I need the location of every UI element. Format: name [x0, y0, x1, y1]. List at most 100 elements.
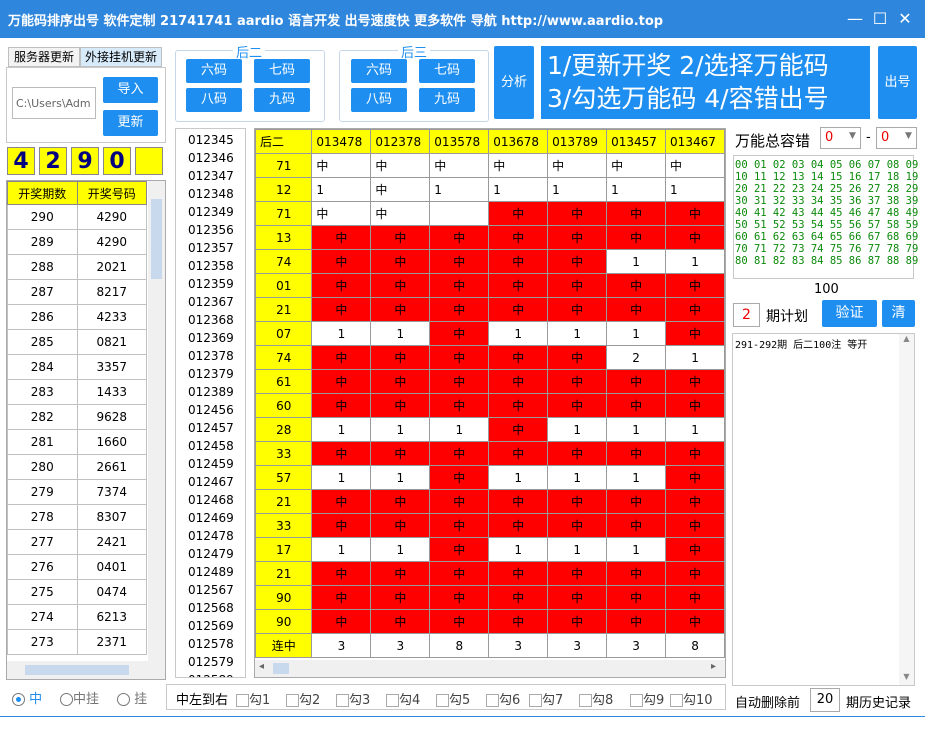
check-4[interactable]: 勾4 — [386, 689, 420, 708]
history-header-period[interactable]: 开奖期数 — [7, 181, 78, 205]
history-hscroll-thumb[interactable] — [25, 665, 129, 675]
checkbox-icon[interactable] — [486, 694, 499, 707]
grid-row[interactable]: 07 1 1 中 1 1 1 中 — [255, 321, 725, 346]
grid-hscroll[interactable]: ◂ ▸ — [255, 660, 725, 677]
tolerance-to-select[interactable]: 0 ▼ — [876, 127, 917, 149]
history-row[interactable]: 283 1433 — [7, 379, 147, 405]
combo-item[interactable]: 012349 — [188, 203, 245, 221]
grid-row[interactable]: 13 中中中中中中中 — [255, 225, 725, 250]
grid-row[interactable]: 71 中中中中中中 — [255, 201, 725, 226]
check-8[interactable]: 勾8 — [579, 689, 613, 708]
combo-item[interactable]: 012567 — [188, 581, 245, 599]
history-row[interactable]: 277 2421 — [7, 529, 147, 555]
combo-item[interactable]: 012379 — [188, 365, 245, 383]
grid-row[interactable]: 21 中中中中中中中 — [255, 489, 725, 514]
hou2-seven-button[interactable]: 七码 — [254, 59, 310, 83]
combo-item[interactable]: 012358 — [188, 257, 245, 275]
combo-item[interactable]: 012348 — [188, 185, 245, 203]
history-row[interactable]: 284 3357 — [7, 354, 147, 380]
grid-row[interactable]: 61 中中中中中中中 — [255, 369, 725, 394]
grid-column-header[interactable]: 013457 — [606, 129, 667, 154]
scroll-right-icon[interactable]: ▸ — [711, 661, 716, 672]
combo-item[interactable]: 012458 — [188, 437, 245, 455]
history-row[interactable]: 290 4290 — [7, 204, 147, 230]
checkbox-icon[interactable] — [336, 694, 349, 707]
hou3-eight-button[interactable]: 八码 — [351, 88, 407, 112]
combo-item[interactable]: 012467 — [188, 473, 245, 491]
check-2[interactable]: 勾2 — [286, 689, 320, 708]
combo-item[interactable]: 012359 — [188, 275, 245, 293]
history-row[interactable]: 278 8307 — [7, 504, 147, 530]
combo-item[interactable]: 012346 — [188, 149, 245, 167]
verify-button[interactable]: 验证 — [822, 300, 877, 327]
grid-row[interactable]: 74 中中中中中 2 1 — [255, 345, 725, 370]
history-row[interactable]: 282 9628 — [7, 404, 147, 430]
grid-row[interactable]: 33 中中中中中中中 — [255, 513, 725, 538]
combo-item[interactable]: 012356 — [188, 221, 245, 239]
history-vscroll[interactable] — [148, 181, 165, 661]
autodel-count-input[interactable]: 20 — [810, 688, 840, 712]
combo-item[interactable]: 012457 — [188, 419, 245, 437]
combo-item[interactable]: 012378 — [188, 347, 245, 365]
check-5[interactable]: 勾5 — [436, 689, 470, 708]
combo-item[interactable]: 012389 — [188, 383, 245, 401]
grid-column-header[interactable]: 012378 — [370, 129, 431, 154]
grid-row[interactable]: 90 中中中中中中中 — [255, 585, 725, 610]
history-row[interactable]: 275 0474 — [7, 579, 147, 605]
check-10[interactable]: 勾10 — [670, 689, 713, 708]
scroll-up-icon[interactable]: ▲ — [899, 334, 914, 343]
combo-item[interactable]: 012347 — [188, 167, 245, 185]
tolerance-from-select[interactable]: 0 ▼ — [820, 127, 861, 149]
checkbox-icon[interactable] — [670, 694, 683, 707]
history-row[interactable]: 288 2021 — [7, 254, 147, 280]
combo-item[interactable]: 012368 — [188, 311, 245, 329]
update-button[interactable]: 更新 — [103, 110, 158, 136]
grid-row[interactable]: 71 中中中中中中中 — [255, 153, 725, 178]
grid-column-header[interactable]: 013678 — [488, 129, 549, 154]
history-hscroll[interactable] — [7, 661, 165, 679]
checkbox-icon[interactable] — [436, 694, 449, 707]
import-button[interactable]: 导入 — [103, 77, 158, 103]
analyze-button[interactable]: 分析 — [494, 46, 534, 119]
combo-item[interactable]: 012456 — [188, 401, 245, 419]
grid-row[interactable]: 90 中中中中中中中 — [255, 609, 725, 634]
close-button[interactable]: ✕ — [894, 8, 916, 30]
combo-list[interactable]: 012345 012346 012347 012348 012349 012356 0123… — [175, 128, 246, 678]
grid-row[interactable]: 21 中中中中中中中 — [255, 297, 725, 322]
check-1[interactable]: 勾1 — [236, 689, 270, 708]
history-row[interactable]: 279 7374 — [7, 479, 147, 505]
history-row[interactable]: 273 2371 — [7, 629, 147, 655]
grid-column-header[interactable]: 013578 — [429, 129, 490, 154]
history-row[interactable]: 276 0401 — [7, 554, 147, 580]
history-row[interactable]: 286 4233 — [7, 304, 147, 330]
hou2-six-button[interactable]: 六码 — [186, 59, 242, 83]
combo-item[interactable]: 012345 — [188, 131, 245, 149]
hou3-seven-button[interactable]: 七码 — [419, 59, 475, 83]
checkbox-icon[interactable] — [630, 694, 643, 707]
result-textarea[interactable]: 291-292期 后二100注 等开 ▲ ▼ — [732, 333, 915, 686]
history-row[interactable]: 285 0821 — [7, 329, 147, 355]
tab-external-update[interactable]: 外接挂机更新 — [80, 47, 162, 67]
grid-column-header[interactable]: 013789 — [547, 129, 608, 154]
path-field[interactable] — [12, 87, 96, 119]
minimize-button[interactable]: — — [844, 8, 866, 30]
hou3-six-button[interactable]: 六码 — [351, 59, 407, 83]
plan-input[interactable]: 2 — [733, 303, 760, 327]
grid-row[interactable]: 28 1 1 1 中 1 1 1 — [255, 417, 725, 442]
grid-row[interactable]: 60 中中中中中中中 — [255, 393, 725, 418]
check-6[interactable]: 勾6 — [486, 689, 520, 708]
grid-column-header[interactable]: 013467 — [665, 129, 725, 154]
combo-item[interactable]: 012478 — [188, 527, 245, 545]
checkbox-icon[interactable] — [579, 694, 592, 707]
grid-row[interactable]: 74 中中中中中 1 1 — [255, 249, 725, 274]
radio-gua[interactable]: 挂 — [117, 688, 147, 707]
history-row[interactable]: 289 4290 — [7, 229, 147, 255]
combo-item[interactable]: 012459 — [188, 455, 245, 473]
radio-zhong[interactable]: 中 — [12, 688, 42, 707]
hou2-eight-button[interactable]: 八码 — [186, 88, 242, 112]
history-list[interactable]: 开奖期数 开奖号码 290 4290 289 4290 288 2021 287 8217 28… — [6, 180, 166, 680]
grid-row[interactable]: 57 1 1 中 1 1 1 中 — [255, 465, 725, 490]
history-row[interactable]: 274 6213 — [7, 604, 147, 630]
chuhao-button[interactable]: 出号 — [878, 46, 917, 119]
combo-item[interactable]: 012469 — [188, 509, 245, 527]
